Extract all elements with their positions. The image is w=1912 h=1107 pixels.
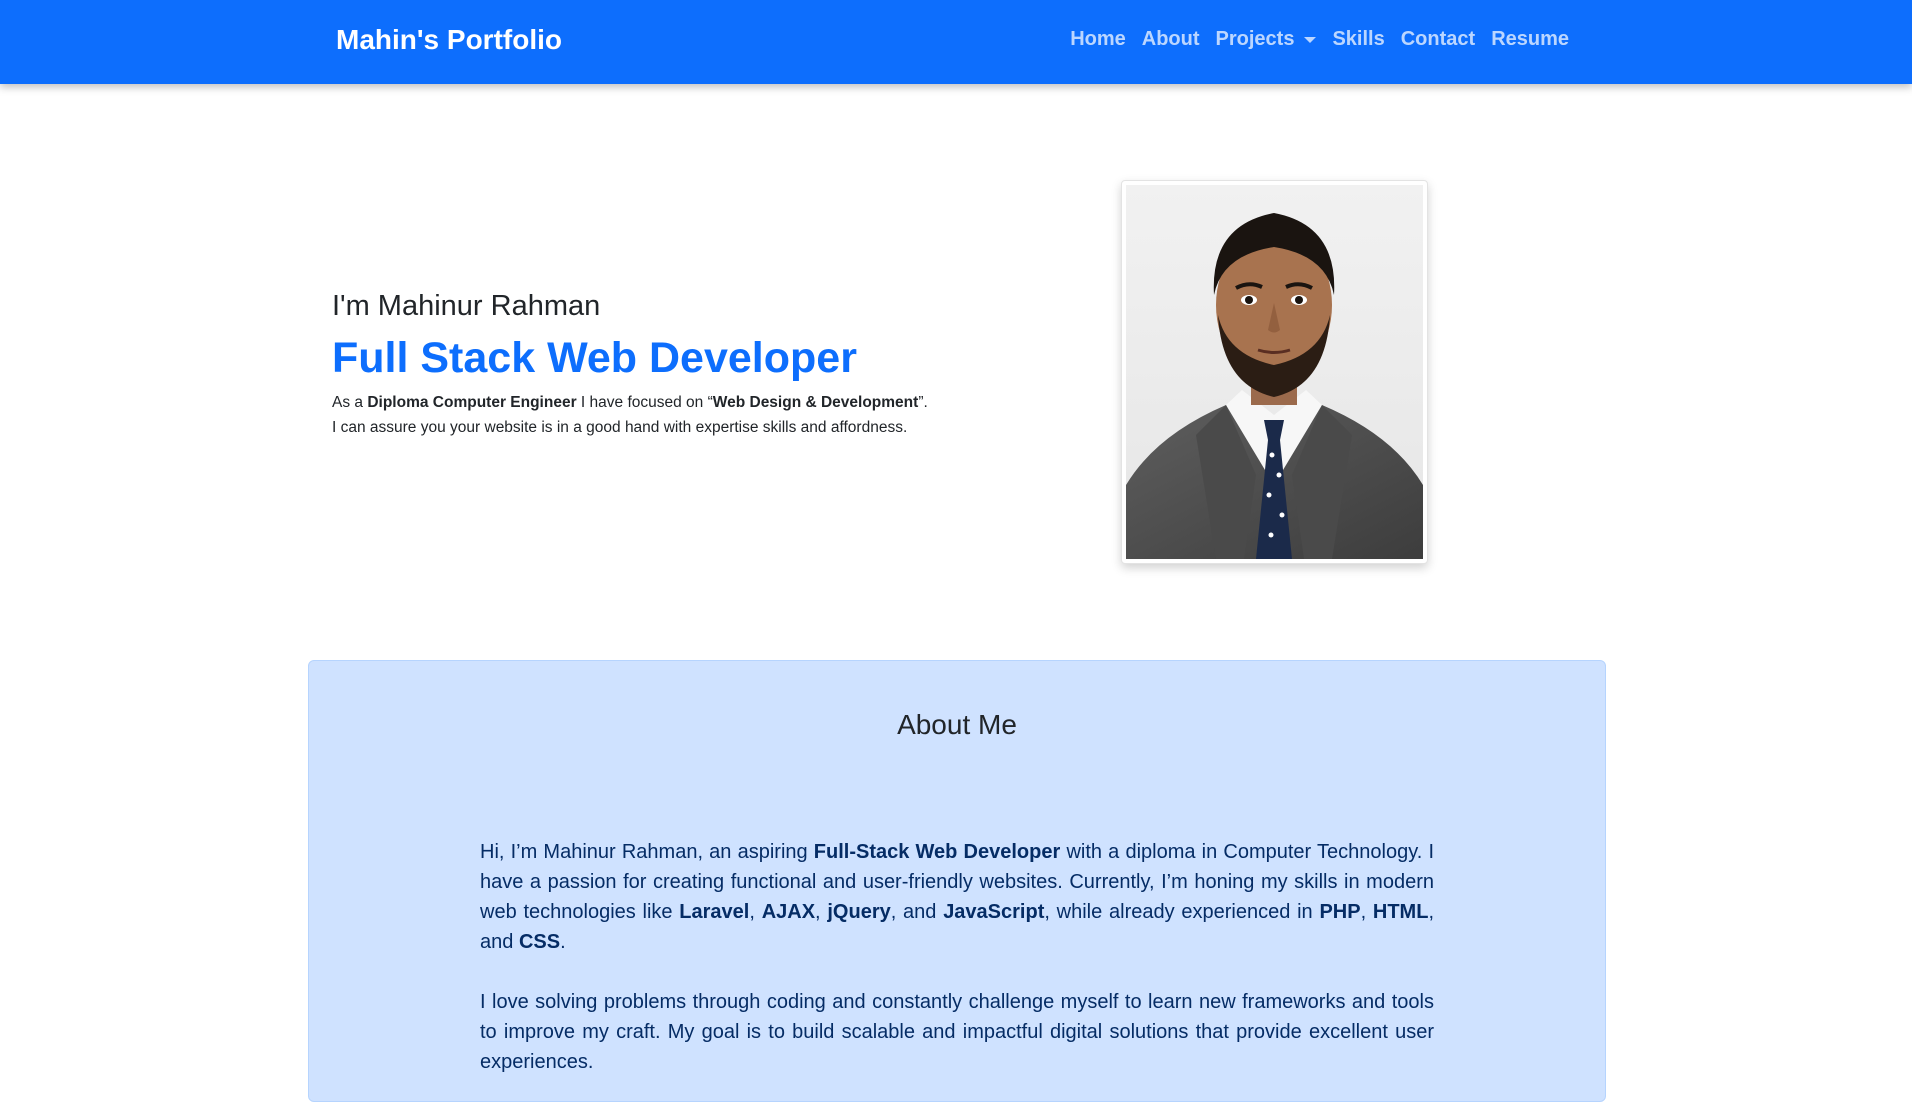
text: ”. — [918, 394, 928, 411]
about-paragraph-1: Hi, I’m Mahinur Rahman, an aspiring Full… — [480, 837, 1434, 957]
text: , — [749, 901, 762, 923]
hero-description: As a Diploma Computer Engineer I have fo… — [332, 390, 972, 440]
bold-text: Full-Stack Web Developer — [813, 841, 1061, 863]
about-section: About Me Hi, I’m Mahinur Rahman, an aspi… — [308, 660, 1606, 1102]
text: . — [560, 931, 566, 953]
nav-dropdown-projects[interactable]: Projects — [1216, 28, 1317, 51]
caret-down-icon — [1304, 36, 1317, 43]
nav-link-home[interactable]: Home — [1070, 28, 1126, 51]
hero-desc-line-2: I can assure you your website is in a go… — [332, 419, 908, 436]
bold-text: HTML — [1372, 901, 1429, 923]
nav-link-skills[interactable]: Skills — [1332, 28, 1384, 51]
nav-link-about[interactable]: About — [1142, 28, 1200, 51]
bold-text: PHP — [1319, 901, 1361, 923]
text: , while already experienced in — [1044, 901, 1320, 923]
top-navbar: Mahin's Portfolio Home About Projects Sk… — [0, 0, 1912, 84]
hero-title: Full Stack Web Developer — [332, 334, 857, 382]
about-text: Hi, I’m Mahinur Rahman, an aspiring Full… — [480, 837, 1434, 1107]
bold-text: Laravel — [679, 901, 750, 923]
profile-photo-frame — [1121, 180, 1428, 564]
text: , and — [890, 901, 944, 923]
about-paragraph-2: I love solving problems through coding a… — [480, 991, 1434, 1073]
hero-desc-line-1: As a Diploma Computer Engineer I have fo… — [332, 390, 972, 415]
text: As a — [332, 394, 368, 411]
brand-link[interactable]: Mahin's Portfolio — [336, 24, 562, 56]
bold-text: jQuery — [827, 901, 891, 923]
hero-greeting: I'm Mahinur Rahman — [332, 290, 601, 322]
bold-text: AJAX — [761, 901, 816, 923]
nav-link-resume[interactable]: Resume — [1491, 28, 1569, 51]
bold-text: JavaScript — [943, 901, 1045, 923]
text: I have focused on “ — [576, 394, 713, 411]
about-title: About Me — [897, 709, 1017, 740]
bold-text: Diploma Computer Engineer — [367, 394, 577, 411]
bold-text: Web Design & Development — [712, 394, 919, 411]
nav-links: Home About Projects Skills Contact Resum… — [1070, 28, 1569, 51]
nav-link-contact[interactable]: Contact — [1401, 28, 1475, 51]
text: , — [815, 901, 828, 923]
text: Hi, I’m Mahinur Rahman, an aspiring — [480, 841, 814, 863]
nav-projects-label: Projects — [1215, 28, 1295, 50]
bold-text: CSS — [518, 931, 561, 953]
profile-photo — [1126, 185, 1423, 559]
text: , — [1360, 901, 1373, 923]
